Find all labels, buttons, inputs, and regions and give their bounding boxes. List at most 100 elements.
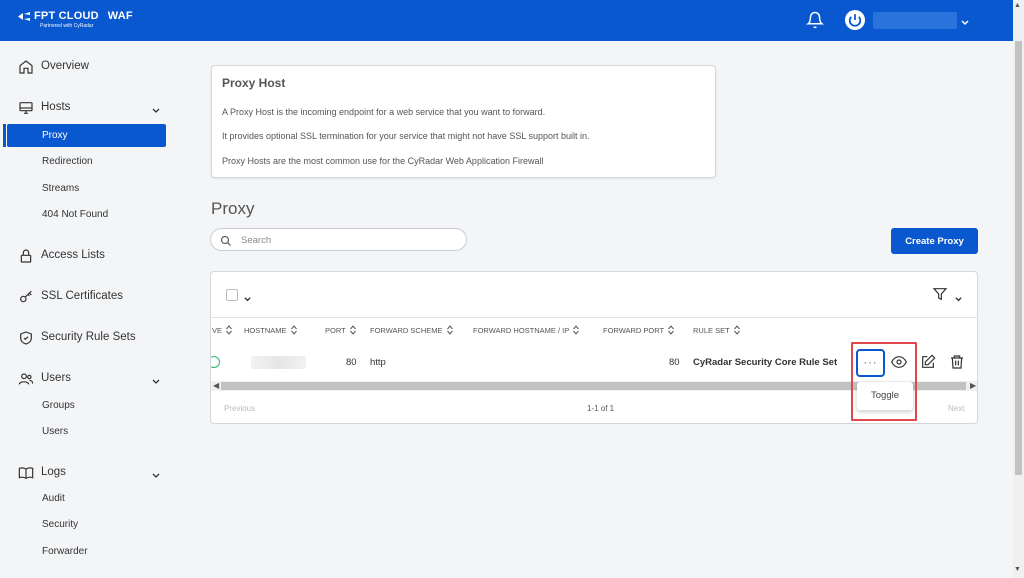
column-header-active[interactable]: VE	[212, 325, 232, 335]
previous-page-button[interactable]: Previous	[224, 404, 255, 413]
sidebar-item-streams[interactable]: Streams	[0, 178, 180, 198]
sidebar-item-label: Users	[41, 372, 72, 384]
sidebar-item-label: Security Rule Sets	[41, 331, 136, 343]
chevron-down-icon[interactable]	[151, 468, 161, 478]
sidebar-item-users-group[interactable]: Users	[0, 367, 180, 391]
status-active-icon	[211, 356, 220, 368]
column-header-forward-scheme[interactable]: FORWARD SCHEME	[370, 325, 453, 335]
sidebar-item-label: Security	[42, 519, 79, 530]
chevron-down-icon[interactable]	[954, 291, 963, 302]
table-toolbar	[211, 272, 977, 318]
scroll-right-icon[interactable]: ▶	[970, 381, 976, 390]
sort-icon	[668, 325, 675, 335]
search-box	[210, 228, 467, 251]
chevron-down-icon[interactable]	[960, 15, 970, 26]
trash-icon[interactable]	[949, 354, 965, 370]
sidebar-item-label: Users	[42, 426, 69, 437]
sort-icon	[573, 325, 580, 335]
search-icon	[220, 234, 232, 246]
select-all-checkbox[interactable]	[226, 289, 238, 301]
book-icon	[18, 465, 34, 481]
sort-icon	[290, 325, 297, 335]
sidebar-item-label: Forwarder	[42, 546, 88, 557]
sidebar-item-users[interactable]: Users	[0, 421, 180, 441]
highlight-annotation	[851, 342, 917, 421]
sidebar-item-label: Overview	[41, 60, 89, 72]
hostname-redacted	[251, 356, 306, 369]
column-header-port[interactable]: PORT	[325, 325, 356, 335]
sidebar-item-redirection[interactable]: Redirection	[0, 151, 180, 171]
next-page-button[interactable]: Next	[948, 404, 964, 413]
sidebar-item-overview[interactable]: Overview	[0, 55, 180, 79]
sort-icon	[446, 325, 453, 335]
sidebar-item-label: Groups	[42, 400, 75, 411]
home-icon	[18, 59, 34, 75]
sidebar-item-logs[interactable]: Logs	[0, 461, 180, 485]
sidebar-item-groups[interactable]: Groups	[0, 395, 180, 415]
sidebar-item-audit[interactable]: Audit	[0, 488, 180, 508]
column-header-rule-set[interactable]: RULE SET	[693, 325, 740, 335]
sidebar-item-security[interactable]: Security	[0, 514, 180, 534]
lock-icon	[18, 248, 34, 264]
sort-icon	[226, 325, 232, 335]
sidebar-item-forwarder[interactable]: Forwarder	[0, 541, 180, 561]
cell-rule-set: CyRadar Security Core Rule Set	[693, 357, 838, 368]
page-title: Proxy	[211, 199, 255, 218]
product-name: WAF	[107, 10, 133, 22]
users-icon	[18, 371, 34, 387]
sidebar-item-proxy[interactable]: Proxy	[0, 124, 180, 147]
chevron-down-icon[interactable]	[151, 103, 161, 113]
sidebar-item-404-not-found[interactable]: 404 Not Found	[0, 204, 180, 224]
brand-tagline: Partnered with CyRadar	[40, 23, 94, 29]
create-proxy-button[interactable]: Create Proxy	[891, 228, 978, 254]
info-card-line: Proxy Hosts are the most common use for …	[222, 156, 544, 166]
scroll-down-icon[interactable]: ▼	[1014, 566, 1021, 573]
cell-port: 80	[346, 357, 357, 368]
scroll-up-icon[interactable]: ▲	[1014, 2, 1021, 9]
shield-icon	[18, 330, 34, 346]
chevron-down-icon[interactable]	[243, 291, 252, 302]
sidebar-item-hosts[interactable]: Hosts	[0, 96, 180, 120]
top-bar: FPT CLOUD WAF Partnered with CyRadar	[0, 0, 1024, 41]
info-card-title: Proxy Host	[222, 76, 286, 90]
sort-icon	[349, 325, 356, 335]
filter-icon[interactable]	[932, 286, 948, 302]
sidebar-item-label: Streams	[42, 183, 80, 194]
search-input[interactable]	[241, 232, 451, 248]
sidebar-item-label: Proxy	[42, 130, 68, 141]
sidebar: Overview Hosts Proxy Redirection Streams…	[0, 41, 180, 578]
sidebar-item-ssl-certificates[interactable]: SSL Certificates	[0, 285, 180, 309]
monitor-icon	[18, 100, 34, 116]
sidebar-item-label: SSL Certificates	[41, 290, 124, 302]
key-icon	[18, 289, 34, 305]
sidebar-item-label: Redirection	[42, 156, 93, 167]
scroll-left-icon[interactable]: ◀	[213, 381, 219, 390]
pagination-count: 1-1 of 1	[587, 404, 615, 413]
sidebar-item-label: Logs	[41, 466, 66, 478]
sidebar-item-security-rule-sets[interactable]: Security Rule Sets	[0, 326, 180, 350]
sidebar-item-access-lists[interactable]: Access Lists	[0, 244, 180, 268]
chevron-down-icon[interactable]	[151, 374, 161, 384]
column-header-forward-hostname[interactable]: FORWARD HOSTNAME / IP	[473, 325, 580, 335]
sort-icon	[733, 325, 740, 335]
power-icon[interactable]	[845, 10, 865, 30]
logo-mark-icon	[18, 11, 30, 21]
vertical-scrollbar[interactable]: ▲ ▼	[1013, 0, 1024, 578]
bell-icon[interactable]	[805, 11, 825, 29]
sidebar-item-label: Hosts	[41, 101, 71, 113]
column-header-forward-port[interactable]: FORWARD PORT	[603, 325, 675, 335]
active-highlight	[7, 124, 166, 147]
user-name-redacted[interactable]	[873, 12, 957, 29]
info-card-line: It provides optional SSL termination for…	[222, 131, 590, 141]
edit-icon[interactable]	[920, 354, 936, 370]
sidebar-item-label: Audit	[42, 493, 65, 504]
cell-forward-scheme: http	[370, 357, 386, 368]
cell-forward-port: 80	[669, 357, 680, 368]
sidebar-item-label: Access Lists	[41, 249, 105, 261]
column-header-hostname[interactable]: HOSTNAME	[244, 325, 297, 335]
brand-name: FPT CLOUD	[34, 10, 99, 22]
info-card-line: A Proxy Host is the incoming endpoint fo…	[222, 107, 546, 117]
scrollbar-thumb[interactable]	[1015, 41, 1022, 475]
brand-logo[interactable]: FPT CLOUD WAF Partnered with CyRadar	[18, 10, 133, 29]
proxy-host-info-card: Proxy Host A Proxy Host is the incoming …	[211, 65, 716, 178]
